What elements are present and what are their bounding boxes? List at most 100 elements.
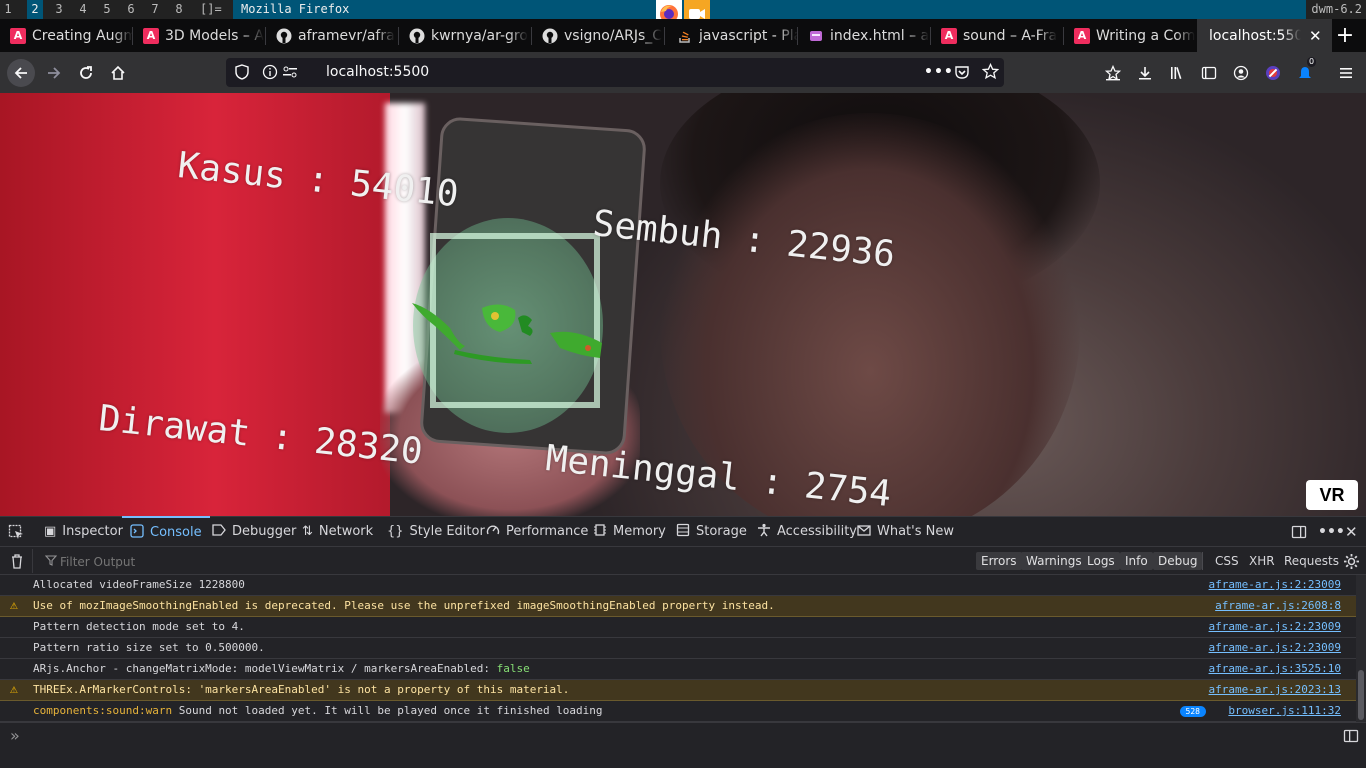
- save-to-pocket-toolbar-icon[interactable]: [1099, 59, 1127, 87]
- editor-mode-icon[interactable]: [1343, 728, 1359, 748]
- aframe-icon: A: [143, 27, 159, 44]
- element-picker-button[interactable]: [8, 517, 24, 546]
- url-text[interactable]: localhost:5500: [326, 58, 429, 87]
- tab-index-html[interactable]: index.html – a: [798, 19, 931, 52]
- dwm-tag-6[interactable]: 6: [123, 0, 139, 19]
- tab-network[interactable]: ⇅ Network: [302, 517, 373, 546]
- tab-debugger[interactable]: Debugger: [212, 517, 296, 546]
- tab-3d-models[interactable]: A 3D Models – A: [133, 19, 266, 52]
- tab-strip: A Creating Augm A 3D Models – A aframevr…: [0, 19, 1366, 52]
- tab-localhost[interactable]: localhost:5500 ✕: [1197, 19, 1332, 52]
- site-info-icon[interactable]: [262, 64, 278, 84]
- devtools-toolbar: ▣ Inspector Console Debugger ⇅ Network {} S…: [0, 516, 1366, 546]
- filter-debug-button[interactable]: Debug: [1153, 552, 1203, 570]
- message-source-link[interactable]: aframe-ar.js:3525:10: [1209, 659, 1341, 679]
- dwm-status: dwm-6.2: [1307, 0, 1366, 19]
- tab-writing-component[interactable]: A Writing a Com: [1064, 19, 1197, 52]
- pocket-icon[interactable]: [954, 64, 970, 84]
- page-actions-icon[interactable]: •••: [924, 64, 954, 80]
- dwm-tag-1[interactable]: 1: [0, 0, 16, 19]
- sidebar-icon[interactable]: [1195, 59, 1223, 87]
- github-icon: [409, 28, 425, 44]
- notification-count-badge: 0: [1307, 57, 1317, 67]
- downloads-icon[interactable]: [1131, 59, 1159, 87]
- tab-arjs[interactable]: vsigno/ARJs_C: [532, 19, 665, 52]
- console-settings-icon[interactable]: [1343, 553, 1360, 573]
- tab-memory[interactable]: Memory: [593, 517, 666, 546]
- notifications-icon[interactable]: 0: [1291, 57, 1319, 87]
- console-output[interactable]: Allocated videoFrameSize 1228800 aframe-…: [0, 575, 1366, 725]
- console-message[interactable]: Pattern ratio size set to 0.500000. afra…: [0, 638, 1356, 659]
- menu-icon[interactable]: [1332, 59, 1360, 87]
- message-source-link[interactable]: aframe-ar.js:2:23009: [1209, 638, 1341, 658]
- dwm-tag-5[interactable]: 5: [99, 0, 115, 19]
- tab-performance[interactable]: Performance: [486, 517, 588, 546]
- tab-storage[interactable]: Storage: [676, 517, 747, 546]
- new-tab-button[interactable]: +: [1332, 19, 1358, 52]
- style-editor-icon: {}: [387, 524, 404, 539]
- message-source-link[interactable]: aframe-ar.js:2:23009: [1209, 617, 1341, 637]
- message-source-link[interactable]: browser.js:111:32: [1228, 701, 1341, 721]
- tab-style-editor[interactable]: {} Style Editor: [387, 517, 485, 546]
- filter-css-button[interactable]: CSS: [1215, 552, 1239, 570]
- filter-errors-button[interactable]: Errors: [976, 552, 1022, 570]
- account-icon[interactable]: [1227, 59, 1255, 87]
- filter-logs-button[interactable]: Logs: [1082, 552, 1120, 570]
- tab-sound[interactable]: A sound – A-Fra: [931, 19, 1064, 52]
- vr-mode-button[interactable]: VR: [1306, 480, 1358, 510]
- message-source-link[interactable]: aframe-ar.js:2608:8: [1215, 596, 1341, 616]
- dwm-tag-2[interactable]: 2: [27, 0, 43, 19]
- extension-icon[interactable]: [1259, 59, 1287, 87]
- dock-side-icon[interactable]: [1291, 517, 1307, 546]
- debugger-icon: [212, 523, 226, 541]
- tracking-protection-icon[interactable]: [234, 64, 250, 84]
- filter-xhr-button[interactable]: XHR: [1249, 552, 1275, 570]
- filter-requests-button[interactable]: Requests: [1284, 552, 1339, 570]
- tab-console[interactable]: Console: [122, 516, 210, 547]
- tab-whats-new[interactable]: What's New: [857, 517, 954, 546]
- url-bar[interactable]: localhost:5500 •••: [226, 58, 1004, 87]
- filter-output-input[interactable]: [58, 551, 662, 573]
- dwm-tag-3[interactable]: 3: [51, 0, 67, 19]
- console-message[interactable]: components:sound:warn Sound not loaded y…: [0, 701, 1356, 722]
- tab-inspector[interactable]: ▣ Inspector: [44, 517, 123, 546]
- warning-icon: ⚠: [10, 598, 18, 613]
- tab-creating-augmented[interactable]: A Creating Augm: [0, 19, 133, 52]
- tab-accessibility[interactable]: Accessibility: [757, 517, 857, 546]
- console-message[interactable]: ARjs.Anchor - changeMatrixMode: modelVie…: [0, 659, 1356, 680]
- forward-button[interactable]: [40, 59, 68, 87]
- message-source-link[interactable]: aframe-ar.js:2:23009: [1209, 575, 1341, 595]
- dwm-tag-8[interactable]: 8: [171, 0, 187, 19]
- console-warning[interactable]: ⚠ Use of mozImageSmoothingEnabled is dep…: [0, 596, 1356, 617]
- glitch-icon: [808, 28, 824, 44]
- devtools-close-icon[interactable]: ✕: [1345, 517, 1358, 546]
- console-icon: [130, 523, 144, 542]
- ar-scene-viewport[interactable]: Kasus : 54010 Sembuh : 22936 Dirawat : 2…: [0, 93, 1366, 516]
- whats-new-icon: [857, 523, 871, 541]
- tab-javascript[interactable]: javascript - Pla: [665, 19, 798, 52]
- permissions-icon[interactable]: [282, 64, 298, 84]
- reload-button[interactable]: [72, 59, 100, 87]
- back-button[interactable]: [7, 59, 35, 87]
- console-message[interactable]: Pattern detection mode set to 4. aframe-…: [0, 617, 1356, 638]
- dwm-tag-4[interactable]: 4: [75, 0, 91, 19]
- stackoverflow-icon: [677, 28, 693, 44]
- tab-ar-group[interactable]: kwrnya/ar-gro: [399, 19, 532, 52]
- dwm-tag-7[interactable]: 7: [147, 0, 163, 19]
- dwm-layout[interactable]: []=: [200, 0, 222, 19]
- library-icon[interactable]: [1163, 59, 1191, 87]
- aframe-icon: A: [941, 27, 957, 44]
- console-scrollbar[interactable]: [1356, 575, 1366, 725]
- home-button[interactable]: [104, 59, 132, 87]
- console-warning[interactable]: ⚠ THREEx.ArMarkerControls: 'markersAreaE…: [0, 680, 1356, 701]
- filter-info-button[interactable]: Info: [1120, 552, 1153, 570]
- bookmark-star-icon[interactable]: [981, 62, 1000, 84]
- console-message[interactable]: Allocated videoFrameSize 1228800 aframe-…: [0, 575, 1356, 596]
- tab-aframevr[interactable]: aframevr/afra: [266, 19, 399, 52]
- console-input[interactable]: »: [0, 722, 1366, 768]
- close-tab-icon[interactable]: ✕: [1309, 27, 1322, 45]
- filter-warnings-button[interactable]: Warnings: [1021, 552, 1087, 570]
- message-source-link[interactable]: aframe-ar.js:2023:13: [1209, 680, 1341, 700]
- devtools-more-icon[interactable]: •••: [1318, 517, 1345, 546]
- trash-icon[interactable]: [10, 553, 24, 572]
